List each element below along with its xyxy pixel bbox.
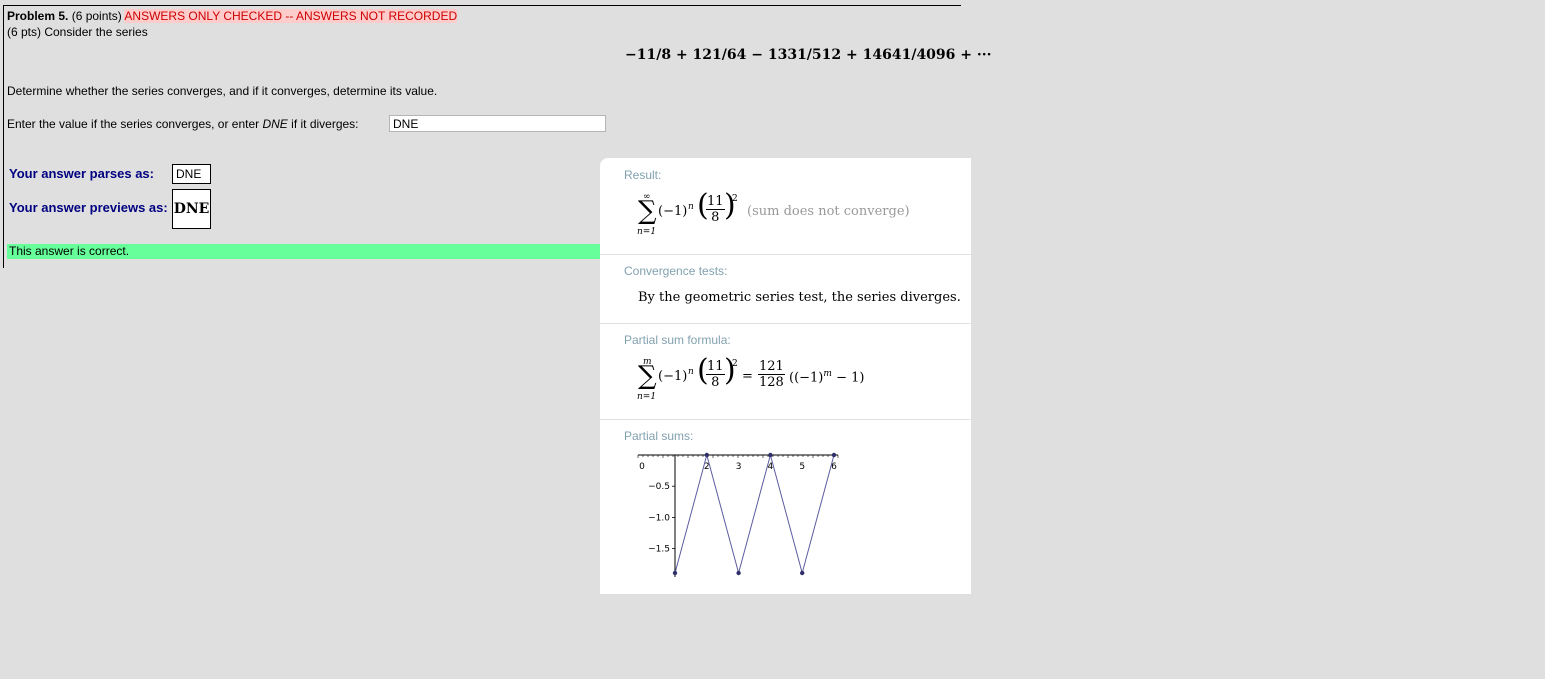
parses-label: Your answer parses as: <box>9 166 154 181</box>
fraction-exponent: 2 <box>732 359 738 369</box>
equals-sign: = <box>742 369 753 384</box>
problem-intro: (6 pts) Consider the series <box>7 25 148 39</box>
convergence-text: By the geometric series test, the series… <box>638 290 961 305</box>
partial-sum-point <box>672 570 678 576</box>
fraction: 11 8 <box>706 194 725 225</box>
fraction-numerator: 11 <box>706 194 725 210</box>
partial-sums-section: Partial sums: 0 2 3 4 5 6 −0.5 −1.0 −1.5 <box>600 419 971 595</box>
input-prompt-post: if it diverges: <box>287 117 359 131</box>
rhs-fraction: 121 128 <box>758 359 785 390</box>
term-base: (−1) <box>658 369 688 384</box>
previews-value: DNE <box>172 189 211 229</box>
x-tick-label: 5 <box>799 462 805 472</box>
partial-sums-title: Partial sums: <box>624 429 694 443</box>
rhs-denominator: 128 <box>759 375 784 390</box>
fraction-exponent: 2 <box>732 194 738 204</box>
series-expression: −11/8 + 121/64 − 1331/512 + 14641/4096 +… <box>625 47 992 63</box>
result-title: Result: <box>624 168 662 182</box>
rhs-numerator: 121 <box>758 359 785 375</box>
fraction-denominator: 8 <box>711 375 720 390</box>
x-tick-label: 3 <box>736 462 742 472</box>
sigma-symbol: ∑ <box>638 196 657 226</box>
y-tick-label: −1.5 <box>648 545 670 555</box>
y-tick-label: −0.5 <box>648 482 670 492</box>
y-tick-label: −1.0 <box>648 513 670 523</box>
rhs-tail-base: ((−1) <box>789 370 824 386</box>
partial-formula-title: Partial sum formula: <box>624 333 731 347</box>
term-exponent: n <box>688 202 694 212</box>
result-formula: ∞ ∑ n=1 (−1) n ( 11 8 ) 2 (sum does not … <box>636 191 936 242</box>
fraction: 11 8 <box>706 359 725 390</box>
partial-sum-point <box>831 452 837 458</box>
sum-lower-limit: n=1 <box>637 227 657 237</box>
x-tick-label: 0 <box>639 462 645 472</box>
answer-input[interactable] <box>389 115 606 132</box>
partial-sum-point <box>800 570 805 576</box>
wolfram-results-panel: Result: ∞ ∑ n=1 (−1) n ( 11 8 ) 2 (sum d… <box>600 158 971 594</box>
partial-formula-section: Partial sum formula: m ∑ n=1 (−1) n ( 11… <box>600 323 971 420</box>
convergence-section: Convergence tests: By the geometric seri… <box>600 254 971 324</box>
input-prompt-pre: Enter the value if the series converges,… <box>7 117 263 131</box>
sigma-symbol: ∑ <box>638 361 657 391</box>
answer-status-banner: ANSWERS ONLY CHECKED -- ANSWERS NOT RECO… <box>124 9 458 23</box>
problem-question: Determine whether the series converges, … <box>7 84 438 98</box>
partial-sum-point <box>768 452 773 458</box>
previews-label: Your answer previews as: <box>9 200 168 215</box>
input-prompt-em: DNE <box>262 117 288 131</box>
result-note: (sum does not converge) <box>747 204 910 219</box>
problem-points: (6 points) <box>71 9 122 23</box>
parses-value: DNE <box>172 164 211 184</box>
convergence-title: Convergence tests: <box>624 264 728 278</box>
fraction-numerator: 11 <box>706 359 725 375</box>
partial-sums-line <box>674 453 835 575</box>
rhs-exponent: m <box>823 369 832 379</box>
term-exponent: n <box>688 367 694 377</box>
result-section: Result: ∞ ∑ n=1 (−1) n ( 11 8 ) 2 (sum d… <box>600 158 971 254</box>
rhs-end: − 1) <box>831 370 865 386</box>
problem-header: Problem 5. (6 points) ANSWERS ONLY CHECK… <box>7 9 458 23</box>
fraction-denominator: 8 <box>711 210 720 225</box>
partial-sum-point <box>736 570 741 576</box>
sum-lower-limit: n=1 <box>637 392 657 402</box>
problem-number: Problem 5. <box>7 9 69 23</box>
input-prompt: Enter the value if the series converges,… <box>7 117 359 131</box>
partial-sums-chart: 0 2 3 4 5 6−0.5−1.0−1.5 <box>637 452 839 577</box>
partial-sum-point <box>704 452 709 458</box>
correct-banner: This answer is correct. <box>7 244 601 259</box>
partial-formula: m ∑ n=1 (−1) n ( 11 8 ) 2 = 121 128 ((−1… <box>636 356 956 407</box>
rhs-tail: ((−1)m − 1) <box>789 369 864 385</box>
term-base: (−1) <box>658 204 688 219</box>
